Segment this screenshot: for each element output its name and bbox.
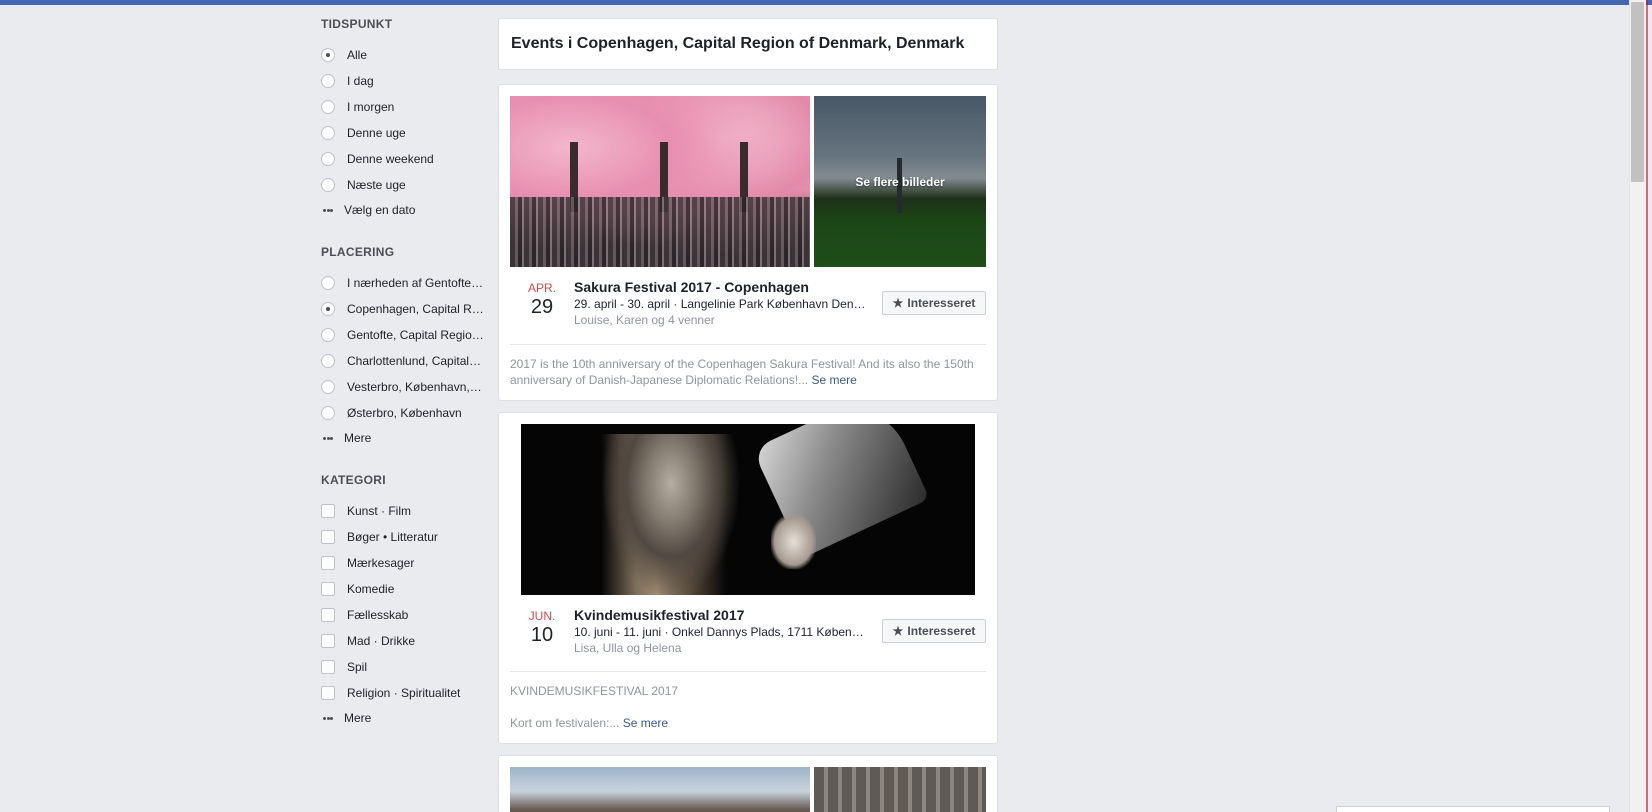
event-photos: Se flere billeder [510,96,986,267]
star-icon: ★ [892,624,904,638]
event-day: 10 [530,624,554,646]
category-option-art-film[interactable]: Kunst · Film [321,498,491,524]
event-card: JUN. 10 Kvindemusikfestival 2017 10. jun… [498,412,998,744]
time-filter-section: TIDSPUNKT Alle I dag I morgen Denne uge … [321,14,491,222]
radio-icon[interactable] [321,74,335,88]
category-option-religion[interactable]: Religion · Spiritualitet [321,680,491,706]
location-more-link[interactable]: Mere [321,426,491,450]
star-icon: ★ [892,296,904,310]
checkbox-icon[interactable] [321,608,335,622]
radio-icon[interactable] [321,100,335,114]
time-option-tomorrow[interactable]: I morgen [321,94,491,120]
divider [510,344,986,345]
event-cover-photo[interactable] [521,424,975,595]
radio-icon[interactable] [321,152,335,166]
event-description: KVINDEMUSIKFESTIVAL 2017 Kort om festiva… [510,684,679,730]
time-option-this-week[interactable]: Denne uge [321,120,491,146]
event-title[interactable]: Kvindemusikfestival 2017 [574,606,874,624]
event-date: APR. 29 [510,281,574,319]
time-filter-title: TIDSPUNKT [321,17,393,31]
radio-icon[interactable] [321,276,335,290]
checkbox-icon[interactable] [321,504,335,518]
location-option-copenhagen[interactable]: Copenhagen, Capital R… [321,296,491,322]
location-filter-title: PLACERING [321,245,395,259]
see-more-link[interactable]: Se mere [623,716,668,730]
checkbox-icon[interactable] [321,556,335,570]
category-option-community[interactable]: Fællesskab [321,602,491,628]
time-option-this-weekend[interactable]: Denne weekend [321,146,491,172]
location-option-vesterbro[interactable]: Vesterbro, København,… [321,374,491,400]
event-friends[interactable]: Louise, Karen og 4 venner [574,312,874,328]
more-photos-label: Se flere billeder [855,174,945,189]
checkbox-icon[interactable] [321,634,335,648]
choose-date-link[interactable]: Vælg en dato [321,198,491,222]
divider [510,671,986,672]
location-option-gentofte[interactable]: Gentofte, Capital Regio… [321,322,491,348]
radio-icon[interactable] [321,406,335,420]
category-filter-title: KATEGORI [321,473,386,487]
location-filter-section: PLACERING I nærheden af Gentofte… Copenh… [321,242,491,450]
see-more-link[interactable]: Se mere [812,373,857,387]
page-title: Events i Copenhagen, Capital Region of D… [511,35,965,52]
category-filter-section: KATEGORI Kunst · Film Bøger • Litteratur… [321,470,491,730]
interested-button[interactable]: ★ Interesseret [882,619,986,643]
event-photos [521,424,975,595]
category-option-causes[interactable]: Mærkesager [321,550,491,576]
time-option-all[interactable]: Alle [321,42,491,68]
location-option-charlottenlund[interactable]: Charlottenlund, Capital… [321,348,491,374]
category-option-food-drink[interactable]: Mad · Drikke [321,628,491,654]
event-card: Se flere billeder APR. 29 Sakura Festiva… [498,84,998,401]
radio-icon[interactable] [321,178,335,192]
radio-icon[interactable] [321,302,335,316]
event-description: 2017 is the 10th anniversary of the Cope… [510,357,974,387]
more-dots-icon [321,716,333,720]
more-dots-icon [321,436,333,440]
checkbox-icon[interactable] [321,686,335,700]
event-meta: 29. april - 30. april · Langelinie Park … [574,297,866,311]
radio-icon[interactable] [321,380,335,394]
scrollbar-thumb[interactable] [1631,2,1644,182]
event-cover-photo[interactable] [510,767,810,812]
event-month: APR. [527,281,556,295]
event-card [498,755,998,812]
category-more-link[interactable]: Mere [321,706,491,730]
event-info: APR. 29 Sakura Festival 2017 - Copenhage… [510,278,986,331]
radio-icon[interactable] [321,328,335,342]
category-option-games[interactable]: Spil [321,654,491,680]
event-friends[interactable]: Lisa, Ulla og Helena [574,640,874,656]
event-meta: 10. juni - 11. juni · Onkel Dannys Plads… [574,625,864,639]
checkbox-icon[interactable] [321,530,335,544]
event-day: 29 [530,296,554,318]
more-photos-tile[interactable]: Se flere billeder [814,96,986,267]
location-option-osterbro[interactable]: Østerbro, København [321,400,491,426]
event-cover-photo[interactable] [510,96,810,267]
chat-sidebar-stub[interactable] [1336,806,1610,812]
event-date: JUN. 10 [510,609,574,647]
event-info: JUN. 10 Kvindemusikfestival 2017 10. jun… [510,606,986,659]
category-option-comedy[interactable]: Komedie [321,576,491,602]
more-photos-tile[interactable] [814,767,986,812]
radio-icon[interactable] [321,354,335,368]
event-photos [510,767,986,812]
time-option-today[interactable]: I dag [321,68,491,94]
location-option-near-gentofte[interactable]: I nærheden af Gentofte… [321,270,491,296]
radio-icon[interactable] [321,48,335,62]
category-option-books[interactable]: Bøger • Litteratur [321,524,491,550]
event-month: JUN. [528,609,556,623]
event-title[interactable]: Sakura Festival 2017 - Copenhagen [574,278,874,296]
checkbox-icon[interactable] [321,660,335,674]
interested-button[interactable]: ★ Interesseret [882,291,986,315]
filter-sidebar: TIDSPUNKT Alle I dag I morgen Denne uge … [321,14,491,750]
more-dots-icon [321,208,333,212]
radio-icon[interactable] [321,126,335,140]
window-edge [1646,0,1648,812]
checkbox-icon[interactable] [321,582,335,596]
top-bar [0,0,1652,5]
time-option-next-week[interactable]: Næste uge [321,172,491,198]
events-header-card: Events i Copenhagen, Capital Region of D… [498,18,998,70]
